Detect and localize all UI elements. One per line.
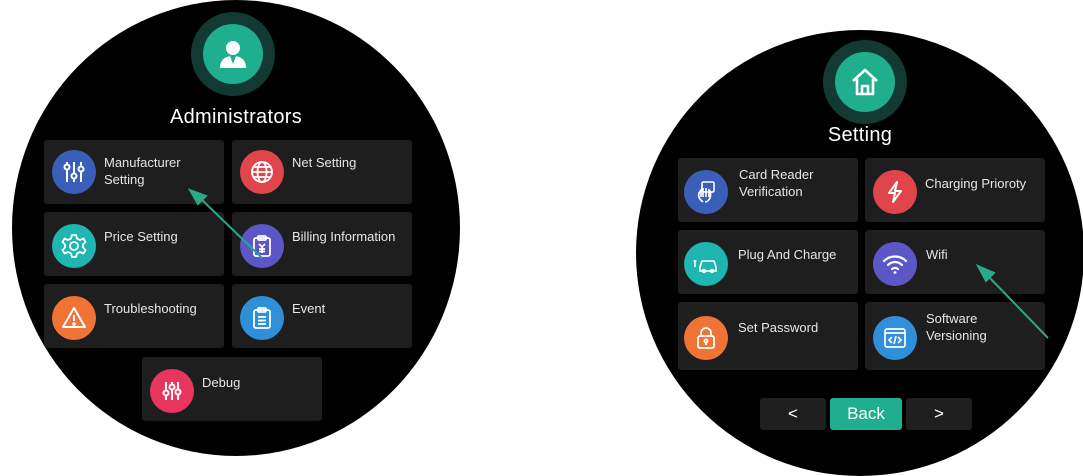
tile-charging-priority[interactable]: Charging Prioroty [865,158,1045,222]
next-page-button[interactable]: > [906,398,972,430]
car-plug-icon [684,242,728,286]
tile-label: Net Setting [292,155,357,170]
tile-plug-and-charge[interactable]: Plug And Charge [678,230,858,294]
wifi-icon [873,242,917,286]
lock-icon [684,316,728,360]
receipt-icon [240,224,284,268]
tile-billing-information[interactable]: Billing Information [232,212,412,276]
lightning-icon [873,170,917,214]
administrators-screen: Administrators Manufacturer Setting Net … [12,0,460,456]
tile-software-versioning[interactable]: Software Versioning [865,302,1045,370]
home-icon [835,52,895,112]
tile-label: Troubleshooting [104,301,197,316]
sliders-icon [52,150,96,194]
page-title: Setting [827,124,893,146]
tile-debug[interactable]: Debug [142,357,322,421]
equalizer-icon [150,369,194,413]
tile-label: Price Setting [104,229,178,244]
tile-set-password[interactable]: Set Password [678,302,858,370]
tile-troubleshooting[interactable]: Troubleshooting [44,284,224,348]
gear-icon [52,224,96,268]
tile-label: Debug [202,375,241,390]
tile-card-reader-verification[interactable]: Card Reader Verification [678,158,858,222]
setting-screen: Setting Card Reader Verification Chargin… [636,30,1083,476]
page-title: Administrators [169,106,302,128]
back-button[interactable]: Back [830,398,902,430]
tile-label: Billing Information [292,229,396,244]
header-icon-ring [191,12,275,96]
clipboard-icon [240,296,284,340]
tile-label: Card Reader Verification [739,167,814,199]
tile-label: Software Versioning [926,311,987,343]
globe-icon [240,150,284,194]
card-tap-icon [684,170,728,214]
tile-label: Wifi [926,247,948,262]
tile-event[interactable]: Event [232,284,412,348]
tile-label: Event [292,301,326,316]
tile-net-setting[interactable]: Net Setting [232,140,412,204]
tile-manufacturer-setting[interactable]: Manufacturer Setting [44,140,224,204]
warning-icon [52,296,96,340]
header-icon-ring [823,40,907,124]
code-icon [873,316,917,360]
prev-page-button[interactable]: < [760,398,826,430]
tile-label: Set Password [738,320,819,335]
tile-label: Charging Prioroty [925,176,1027,191]
tile-price-setting[interactable]: Price Setting [44,212,224,276]
tile-label: Plug And Charge [738,247,837,262]
tile-label: Manufacturer Setting [104,155,181,187]
tile-wifi[interactable]: Wifi [865,230,1045,294]
user-icon [203,24,263,84]
